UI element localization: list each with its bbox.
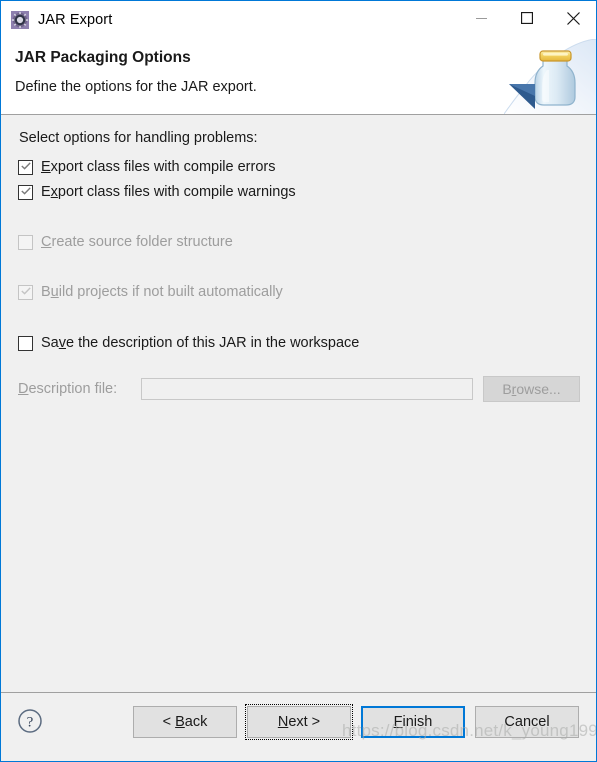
options-panel: Select options for handling problems: Ex…	[1, 115, 596, 692]
jar-export-dialog: JAR Export JAR Packaging Options Define …	[0, 0, 597, 762]
check-icon	[21, 287, 31, 295]
finish-button[interactable]: Finish	[361, 706, 465, 738]
checkbox-export-compile-warnings[interactable]: Export class files with compile warnings	[18, 180, 580, 205]
checkbox-box	[18, 235, 33, 250]
checkbox-box	[18, 285, 33, 300]
wizard-header: JAR Packaging Options Define the options…	[1, 39, 596, 115]
back-button[interactable]: < Back	[133, 706, 237, 738]
help-icon[interactable]: ?	[17, 708, 43, 734]
checkbox-export-compile-errors[interactable]: Export class files with compile errors	[18, 155, 580, 180]
window-controls	[458, 1, 596, 35]
svg-text:?: ?	[27, 714, 34, 730]
dialog-footer: ? < Back Next > Finish Cancel https://bl…	[1, 692, 596, 759]
checkbox-build-projects-if-not-built: Build projects if not built automaticall…	[18, 280, 580, 305]
checkbox-box[interactable]	[18, 160, 33, 175]
section-label: Select options for handling problems:	[19, 130, 258, 146]
checkbox-box[interactable]	[18, 336, 33, 351]
title-bar: JAR Export	[1, 1, 596, 39]
checkbox-label: Export class files with compile warnings	[41, 184, 296, 200]
checkbox-save-description[interactable]: Save the description of this JAR in the …	[18, 331, 580, 356]
checkbox-label: Create source folder structure	[41, 234, 233, 250]
page-title: JAR Packaging Options	[15, 49, 191, 66]
checkbox-label: Export class files with compile errors	[41, 159, 276, 175]
window-title: JAR Export	[38, 12, 113, 28]
description-file-label: Description file:	[18, 381, 118, 397]
jar-export-icon	[11, 11, 29, 29]
close-icon[interactable]	[550, 1, 596, 35]
description-file-row: Description file: Browse...	[18, 376, 580, 402]
check-icon	[21, 187, 31, 195]
next-button[interactable]: Next >	[245, 704, 353, 740]
description-file-input[interactable]	[141, 378, 473, 400]
check-icon	[21, 162, 31, 170]
page-description: Define the options for the JAR export.	[15, 79, 257, 95]
minimize-icon[interactable]	[458, 1, 504, 35]
browse-button[interactable]: Browse...	[483, 376, 580, 402]
checkbox-label: Save the description of this JAR in the …	[41, 335, 360, 351]
checkbox-label: Build projects if not built automaticall…	[41, 284, 283, 300]
button-row: < Back Next > Finish Cancel	[123, 704, 579, 740]
maximize-icon[interactable]	[504, 1, 550, 35]
cancel-button[interactable]: Cancel	[475, 706, 579, 738]
jar-banner-icon	[504, 39, 596, 114]
checkbox-box[interactable]	[18, 185, 33, 200]
checkbox-create-source-folder-structure: Create source folder structure	[18, 230, 580, 255]
